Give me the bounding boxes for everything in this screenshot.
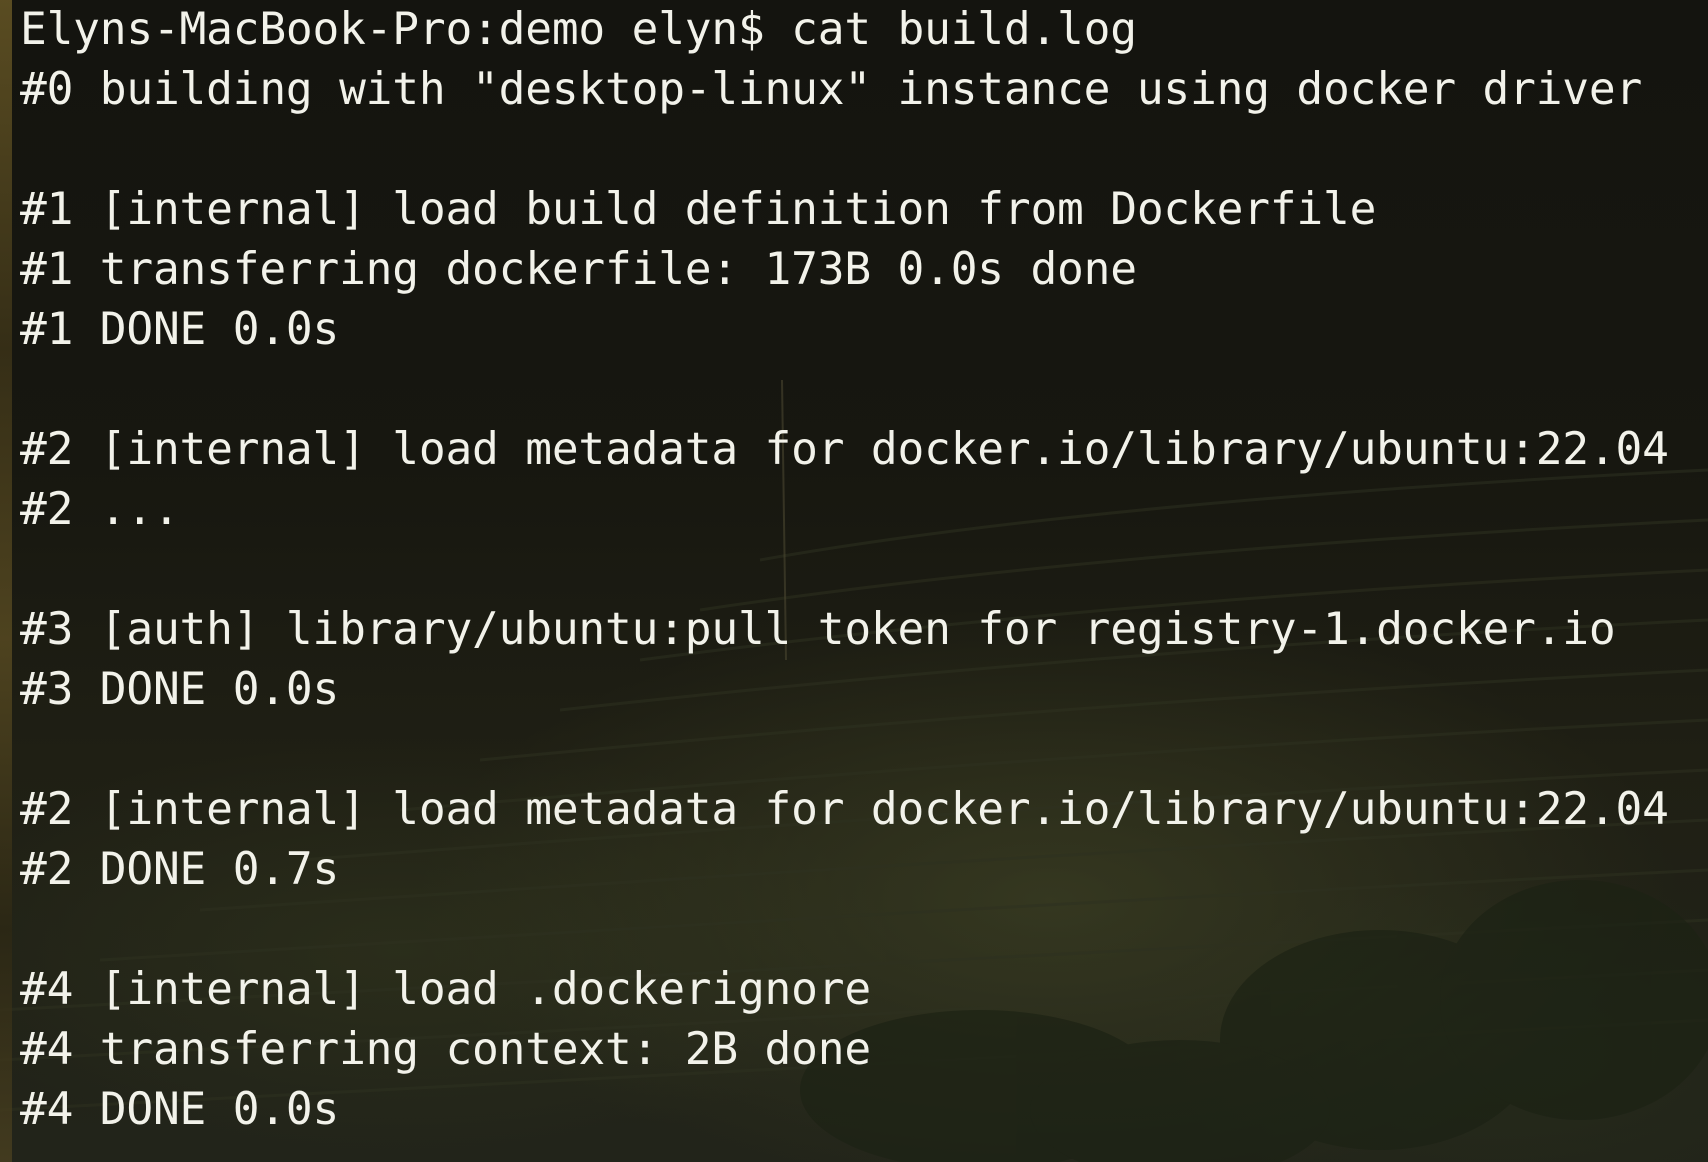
log-line: #1 [internal] load build definition from… [20,184,1377,235]
log-line-blank [20,360,1669,420]
log-line: #4 transferring context: 2B done [20,1024,871,1075]
log-line: #2 [internal] load metadata for docker.i… [20,784,1669,835]
log-line-blank [20,720,1669,780]
terminal-output: Elyns-MacBook-Pro:demo elyn$ cat build.l… [20,0,1669,1140]
log-line: #1 DONE 0.0s [20,304,340,355]
log-line-blank [20,900,1669,960]
prompt-line: Elyns-MacBook-Pro:demo elyn$ cat build.l… [20,4,1137,55]
log-line: #2 ... [20,484,180,535]
log-line: #3 DONE 0.0s [20,664,340,715]
log-line-blank [20,540,1669,600]
log-line-blank [20,120,1669,180]
log-line: #4 [internal] load .dockerignore [20,964,871,1015]
log-line: #1 transferring dockerfile: 173B 0.0s do… [20,244,1137,295]
log-line: #2 [internal] load metadata for docker.i… [20,424,1669,475]
log-line: #3 [auth] library/ubuntu:pull token for … [20,604,1616,655]
terminal-window[interactable]: Elyns-MacBook-Pro:demo elyn$ cat build.l… [0,0,1708,1162]
log-line: #0 building with "desktop-linux" instanc… [20,64,1643,115]
log-line: #2 DONE 0.7s [20,844,340,895]
window-edge [0,0,12,1162]
log-line: #4 DONE 0.0s [20,1084,340,1135]
